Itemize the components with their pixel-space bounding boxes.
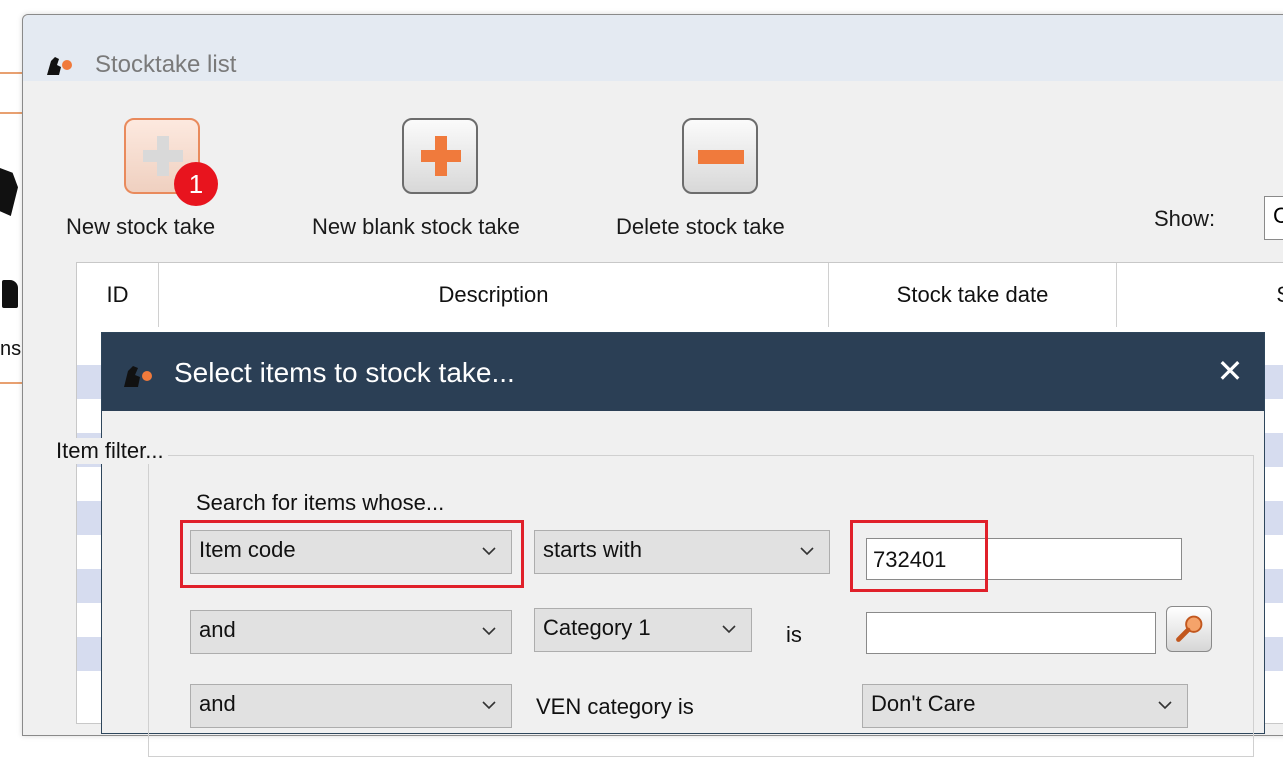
delete-stock-take-label: Delete stock take [616, 214, 785, 239]
category-select-value: Category 1 [543, 615, 651, 640]
category-select[interactable]: Category 1 [534, 608, 752, 652]
chevron-down-icon [482, 627, 496, 636]
is-label: is [786, 622, 802, 647]
ven-category-select-value: Don't Care [871, 691, 976, 716]
conjunction-select[interactable]: and [190, 684, 512, 728]
column-header-stock-take-date[interactable]: Stock take date [829, 263, 1117, 327]
dialog-title: Select items to stock take... [174, 357, 515, 388]
new-blank-stock-take-button[interactable] [402, 118, 478, 194]
conjunction-select-value: and [199, 617, 236, 642]
column-header-id[interactable]: ID [77, 263, 159, 327]
background-app-graphic [0, 168, 18, 216]
minus-icon [698, 150, 744, 164]
close-icon[interactable]: ✕ [1210, 351, 1250, 391]
new-blank-stock-take-label: New blank stock take [312, 214, 520, 239]
step-badge: 1 [174, 162, 218, 206]
ven-category-select[interactable]: Don't Care [862, 684, 1188, 728]
lookup-search-icon [1176, 615, 1203, 642]
operator-select[interactable]: starts with [534, 530, 830, 574]
window-titlebar: Stocktake list [23, 15, 1283, 81]
show-label: Show: [1154, 206, 1216, 231]
category-value-input[interactable] [866, 612, 1156, 654]
show-filter-select[interactable]: C [1264, 196, 1283, 240]
lookup-button[interactable] [1166, 606, 1212, 652]
new-stock-take-label: New stock take [66, 214, 216, 239]
highlight-box [180, 520, 524, 588]
app-logo-icon [47, 57, 72, 75]
background-divider [0, 112, 22, 114]
ven-category-label: VEN category is [536, 694, 694, 719]
app-logo-icon [124, 366, 152, 387]
conjunction-select[interactable]: and [190, 610, 512, 654]
item-filter-legend: Item filter... [52, 438, 168, 464]
background-app-edge: ns [0, 0, 22, 711]
conjunction-select-value: and [199, 691, 236, 716]
window-title: Stocktake list [95, 51, 237, 78]
background-divider [0, 72, 22, 74]
search-label: Search for items whose... [196, 490, 445, 515]
column-header-description[interactable]: Description [159, 263, 829, 327]
highlight-box [850, 520, 988, 592]
chevron-down-icon [722, 625, 736, 634]
background-divider [0, 382, 22, 384]
plus-icon [157, 136, 169, 176]
background-app-text: ns [0, 338, 22, 360]
chevron-down-icon [800, 547, 814, 556]
delete-stock-take-button[interactable] [682, 118, 758, 194]
column-header-status[interactable]: S [1117, 263, 1283, 327]
background-app-graphic [2, 280, 18, 308]
operator-select-value: starts with [543, 537, 643, 562]
dialog-titlebar: Select items to stock take... ✕ [102, 333, 1264, 411]
plus-icon [435, 136, 447, 176]
